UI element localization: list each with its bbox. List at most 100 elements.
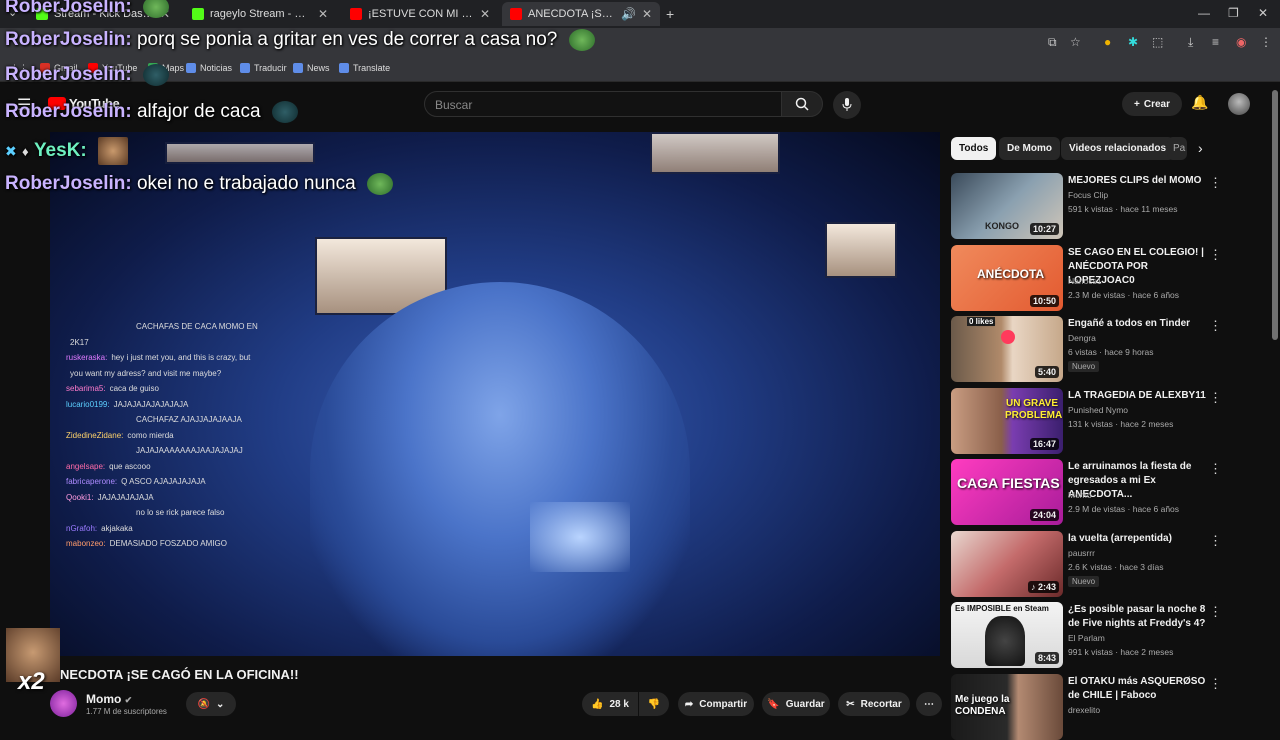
extensions-puzzle-icon[interactable]: ⬚ (1152, 35, 1163, 49)
close-icon[interactable]: ✕ (642, 7, 652, 21)
chip-de-momo[interactable]: De Momo (999, 137, 1060, 160)
channel-name[interactable]: Momo ✔ (86, 692, 132, 706)
share-button[interactable]: ➦ Compartir (678, 692, 754, 716)
translate-extension-icon[interactable]: ✱ (1128, 35, 1138, 49)
stream-chat-username: ruskeraska: (66, 353, 108, 362)
tab-anecdota[interactable]: ANECDOTA ¡SE CAGÓ EN LA OFICINA 🔊 ✕ (502, 2, 660, 26)
stream-chat-text: caca de guiso (109, 384, 159, 393)
menu-icon[interactable]: ⋮ (1260, 35, 1272, 49)
chip-partial[interactable]: Pa (1167, 137, 1187, 160)
like-button[interactable]: 👍 28 k (582, 692, 638, 716)
bookmark-star-icon[interactable]: ☆ (1070, 35, 1081, 49)
media-icon[interactable]: ≡ (1212, 35, 1219, 49)
stream-chat-text: JAJAJAAAAAAAJAAJAJAJAJ (136, 446, 243, 455)
stream-chat-message: ruskeraska: hey i just met you, and this … (66, 353, 250, 362)
sword-badge-icon: ✖ (5, 143, 17, 160)
more-vertical-icon[interactable]: ⋮ (1209, 175, 1222, 191)
video-thumbnail[interactable]: KONGO 10:27 (951, 173, 1063, 239)
more-vertical-icon[interactable]: ⋮ (1209, 318, 1222, 334)
overlay-chat-line: RoberJoselin: (5, 0, 169, 18)
microphone-icon (842, 98, 852, 111)
new-badge: Nuevo (1068, 361, 1100, 372)
more-vertical-icon[interactable]: ⋮ (1209, 533, 1222, 549)
stream-chat: CACHAFAS DE CACA MOMO EN 2K17 ruskeraska: h… (66, 322, 306, 548)
stream-chat-message: JAJAJAAAAAAAJAAJAJAJAJ (132, 446, 243, 455)
scrollbar[interactable] (1272, 90, 1278, 340)
extension-icon[interactable]: ● (1104, 35, 1111, 49)
minimize-icon[interactable]: — (1198, 6, 1210, 20)
more-vertical-icon[interactable]: ⋮ (1209, 247, 1222, 263)
more-vertical-icon[interactable]: ⋮ (1209, 390, 1222, 406)
short-duration: ♪ 2:43 (1027, 581, 1059, 593)
bookmark-translate[interactable]: Translate (339, 63, 390, 73)
video-thumbnail[interactable]: UN GRAVE PROBLEMA 16:47 (951, 388, 1063, 454)
stream-chat-text: Q ASCO AJAJAJAJAJA (121, 477, 206, 486)
stream-chat-text: CACHAFAZ AJAJJAJAJAAJA (136, 415, 242, 424)
browser-tab-bar: ⌄ Stream - Kick Dashboard ✕ rageylo Stre… (0, 0, 1280, 28)
close-window-icon[interactable]: ✕ (1258, 6, 1268, 20)
pepe-emote-icon (142, 0, 169, 18)
thumbs-up-icon: 👍 (591, 698, 604, 710)
account-avatar[interactable] (1228, 93, 1250, 115)
profile-icon[interactable]: ◉ (1236, 35, 1246, 49)
stream-chat-text: hey i just met you, and this is crazy, b… (111, 353, 251, 362)
subscribed-bell-button[interactable]: 🔕 ⌄ (186, 692, 236, 716)
channel-avatar[interactable] (50, 690, 77, 717)
stream-chat-username: fabricaperone: (66, 477, 118, 486)
new-tab-button[interactable]: + (666, 6, 674, 22)
video-thumbnail[interactable]: CAGA FIESTAS 24:04 (951, 459, 1063, 525)
restore-icon[interactable]: ❐ (1228, 6, 1239, 20)
heart-icon (1001, 330, 1015, 344)
video-thumbnail[interactable]: Me juego la CONDENA (951, 674, 1063, 740)
overlay-chat-line: ✖ ♦ YesK: (5, 137, 129, 165)
create-button[interactable]: + Crear (1122, 92, 1182, 116)
recommended-video[interactable]: ♪ 2:43 la vuelta (arrepentida) pausrrr 2… (951, 531, 1251, 597)
tab-profesora[interactable]: ¡ESTUVE CON MI PROFESORA ✕ (342, 2, 498, 26)
video-thumbnail[interactable]: ANÉCDOTA 10:50 (951, 245, 1063, 311)
recommended-video[interactable]: CAGA FIESTAS 24:04 Le arruinamos la fies… (951, 459, 1251, 525)
bookmark-noticias[interactable]: Noticias (186, 63, 232, 73)
recommended-video[interactable]: KONGO 10:27 MEJORES CLIPS del MOMO Focus… (951, 173, 1251, 239)
install-icon[interactable]: ⧉ (1048, 35, 1057, 50)
shirt-logo (530, 502, 630, 572)
chip-videos-relacionados[interactable]: Videos relacionados (1061, 137, 1175, 160)
more-actions-button[interactable]: ⋯ (916, 692, 942, 716)
recommended-video[interactable]: 0 likes 5:40 Engañé a todos en Tinder De… (951, 316, 1251, 382)
background-monitor (165, 142, 315, 164)
video-thumbnail[interactable]: Es IMPOSIBLE en Steam 8:43 (951, 602, 1063, 668)
verified-icon: ✔ (124, 695, 133, 705)
close-icon[interactable]: ✕ (480, 7, 490, 21)
bell-off-icon: 🔕 (197, 698, 211, 710)
dislike-button[interactable]: 👎 (639, 692, 669, 716)
more-vertical-icon[interactable]: ⋮ (1209, 604, 1222, 620)
download-icon[interactable]: ⤓ (1188, 35, 1193, 50)
kick-icon (192, 8, 204, 20)
video-thumbnail[interactable]: 0 likes 5:40 (951, 316, 1063, 382)
stream-chat-message: nGrafoh: akjakaka (66, 524, 133, 533)
recommended-video[interactable]: Me juego la CONDENA El OTAKU más ASQUERØ… (951, 674, 1251, 740)
recommended-video[interactable]: UN GRAVE PROBLEMA 16:47 LA TRAGEDIA DE A… (951, 388, 1251, 454)
new-badge: Nuevo (1068, 576, 1100, 587)
notifications-bell-icon[interactable]: 🔔 (1191, 94, 1208, 111)
clip-button[interactable]: ✂ Recortar (838, 692, 910, 716)
search-button[interactable] (781, 91, 823, 117)
stream-chat-message: lucario0199: JAJAJAJAJAJAJAJA (66, 400, 188, 409)
video-thumbnail[interactable]: ♪ 2:43 (951, 531, 1063, 597)
video-player[interactable]: CACHAFAS DE CACA MOMO EN 2K17 ruskeraska: h… (50, 132, 940, 656)
ghost-emote-icon (142, 64, 169, 86)
more-vertical-icon[interactable]: ⋮ (1209, 676, 1222, 692)
recommended-video[interactable]: Es IMPOSIBLE en Steam 8:43 ¿Es posible p… (951, 602, 1251, 668)
chevron-right-icon[interactable]: › (1198, 140, 1203, 156)
close-icon[interactable]: ✕ (318, 7, 328, 21)
tab-rageylo-stream[interactable]: rageylo Stream - Watch Live on Kick ✕ (184, 2, 336, 26)
voice-search-button[interactable] (833, 91, 861, 119)
recommended-video[interactable]: ANÉCDOTA 10:50 SE CAGO EN EL COLEGIO! | … (951, 245, 1251, 311)
stream-chat-text: que ascooo (109, 461, 151, 471)
bookmark-news[interactable]: News (293, 63, 330, 73)
chip-todos[interactable]: Todos (951, 137, 997, 160)
search-input[interactable]: Buscar (424, 91, 782, 117)
bookmark-traducir[interactable]: Traducir (240, 63, 287, 73)
save-button[interactable]: 🔖 Guardar (762, 692, 830, 716)
speaker-icon[interactable]: 🔊 (621, 7, 636, 21)
more-vertical-icon[interactable]: ⋮ (1209, 461, 1222, 477)
